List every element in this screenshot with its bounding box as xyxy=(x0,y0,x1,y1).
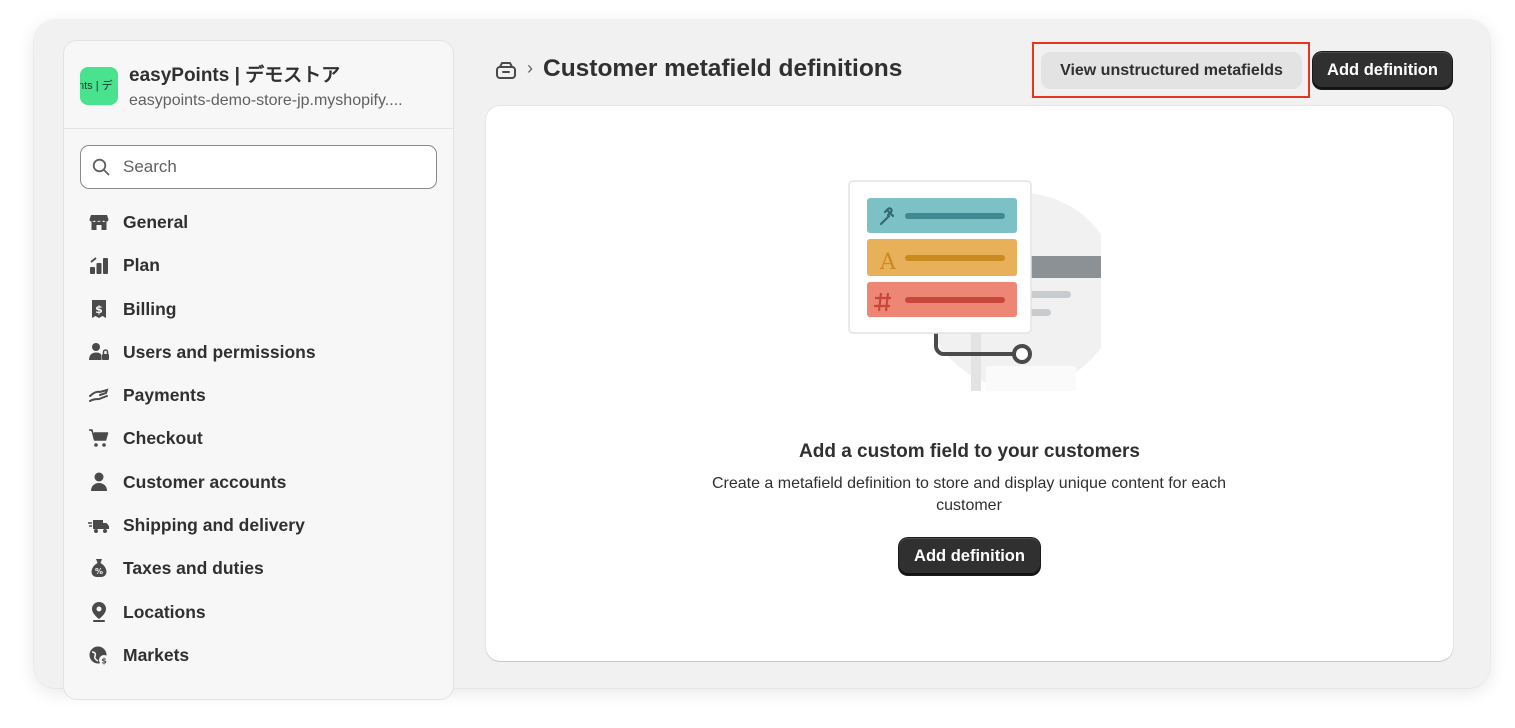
page-title: Customer metafield definitions xyxy=(543,55,903,82)
sidebar-item-label: Taxes and duties xyxy=(123,558,264,579)
sidebar-item-users[interactable]: Users and permissions xyxy=(64,331,453,374)
sidebar-item-label: Checkout xyxy=(123,428,203,449)
breadcrumb-separator: › xyxy=(527,58,533,78)
location-icon xyxy=(92,601,106,622)
sidebar-item-label: Shipping and delivery xyxy=(123,515,305,536)
view-unstructured-metafields-button[interactable]: View unstructured metafields xyxy=(1041,52,1302,89)
settings-nav: General Plan $ Billing Users and permiss… xyxy=(64,201,453,677)
sidebar-item-checkout[interactable]: Checkout xyxy=(64,417,453,460)
empty-state-card: A Add a custom field to your customers C… xyxy=(486,106,1453,661)
add-definition-button[interactable]: Add definition xyxy=(1313,52,1452,89)
svg-text:A: A xyxy=(879,250,897,275)
sidebar-item-shipping[interactable]: Shipping and delivery xyxy=(64,504,453,547)
sidebar-item-label: Plan xyxy=(123,255,160,276)
search-input[interactable] xyxy=(123,146,423,188)
sidebar-item-plan[interactable]: Plan xyxy=(64,244,453,287)
store-logo: nts | デ xyxy=(80,67,118,105)
svg-text:$: $ xyxy=(95,303,103,316)
add-definition-button[interactable]: Add definition xyxy=(899,538,1040,575)
sidebar-item-label: Locations xyxy=(123,601,206,622)
sidebar-item-billing[interactable]: $ Billing xyxy=(64,288,453,331)
settings-sidebar: nts | デ easyPoints | デモストア easypoints-de… xyxy=(63,40,454,700)
svg-text:$: $ xyxy=(101,656,107,665)
sidebar-item-label: Markets xyxy=(123,644,190,665)
person-icon xyxy=(91,472,107,491)
store-domain: easypoints-demo-store-jp.myshopify.... xyxy=(129,92,403,109)
store-switcher[interactable]: nts | デ easyPoints | デモストア easypoints-de… xyxy=(64,41,453,129)
sidebar-item-customer-accounts[interactable]: Customer accounts xyxy=(64,461,453,504)
cart-icon xyxy=(89,429,109,448)
store-icon xyxy=(89,215,109,230)
store-name: easyPoints | デモストア xyxy=(129,65,341,86)
payments-icon xyxy=(89,388,109,403)
sidebar-item-locations[interactable]: Locations xyxy=(64,591,453,634)
plan-icon xyxy=(90,257,108,275)
tax-icon: % xyxy=(91,559,107,578)
sidebar-item-label: Billing xyxy=(123,298,177,319)
search-box[interactable] xyxy=(80,145,437,189)
empty-state-title: Add a custom field to your customers xyxy=(799,441,1140,462)
empty-state-description: Create a metafield definition to store a… xyxy=(711,475,1227,514)
users-icon xyxy=(89,342,109,360)
metafields-icon[interactable] xyxy=(495,60,517,82)
sidebar-item-label: Customer accounts xyxy=(123,471,287,492)
sidebar-item-label: Users and permissions xyxy=(123,341,316,362)
sidebar-item-taxes[interactable]: % Taxes and duties xyxy=(64,547,453,590)
metafields-illustration: A xyxy=(848,180,1101,391)
search-icon xyxy=(92,158,110,176)
sidebar-item-label: Payments xyxy=(123,385,206,406)
sidebar-item-general[interactable]: General xyxy=(64,201,453,244)
sidebar-item-markets[interactable]: $ Markets xyxy=(64,634,453,677)
billing-icon: $ xyxy=(92,299,106,318)
sidebar-item-payments[interactable]: Payments xyxy=(64,374,453,417)
markets-icon: $ xyxy=(89,646,109,665)
svg-text:%: % xyxy=(95,567,103,576)
sidebar-item-label: General xyxy=(123,212,189,232)
truck-icon xyxy=(88,520,109,534)
